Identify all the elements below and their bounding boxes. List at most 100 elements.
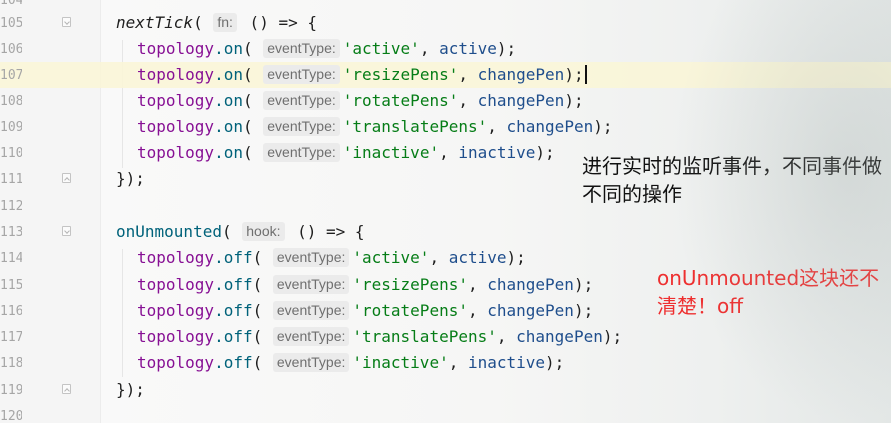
parameter-hint: eventType:: [263, 91, 340, 110]
line-number: 111: [0, 172, 22, 187]
method-name: .off: [214, 301, 253, 320]
parameter-hint: eventType:: [272, 248, 350, 267]
parameter-hint: eventType:: [263, 39, 340, 58]
comma: ,: [419, 39, 440, 58]
handler-name: active: [439, 39, 497, 58]
open-paren: (: [252, 353, 263, 372]
handler-name: changePen: [487, 301, 574, 320]
text-cursor: [584, 65, 587, 84]
method-name: .on: [214, 91, 243, 110]
line-number: 108: [0, 94, 22, 109]
open-paren: (: [242, 91, 253, 110]
event-string: 'inactive': [352, 353, 449, 372]
code-text: topology.off( eventType:'resizePens', ch…: [137, 272, 593, 298]
method-name: .off: [214, 248, 253, 267]
parameter-hint: fn:: [213, 13, 237, 32]
code-text: nextTick( fn: () => {: [116, 10, 317, 36]
code-text: topology.off( eventType:'rotatePens', ch…: [137, 298, 593, 324]
code-line[interactable]: 109 topology.on( eventType:'translatePen…: [0, 114, 891, 140]
object-name: topology: [137, 301, 215, 320]
method-name: .on: [214, 39, 243, 58]
handler-name: inactive: [458, 143, 536, 162]
code-text: });: [116, 166, 145, 192]
unmount-annotation: onUnmounted这块还不清楚！off: [657, 266, 880, 318]
function-name: nextTick: [116, 13, 194, 32]
method-name: .on: [214, 117, 243, 136]
open-paren: (: [242, 65, 253, 84]
open-paren: (: [252, 327, 263, 346]
code-line[interactable]: 106 topology.on( eventType:'active', act…: [0, 36, 891, 62]
object-name: topology: [137, 353, 215, 372]
open-paren: (: [252, 248, 263, 267]
comma: ,: [458, 65, 478, 84]
code-text: topology.on( eventType:'rotatePens', cha…: [137, 88, 584, 114]
line-number: 117: [0, 330, 22, 345]
handler-name: active: [448, 248, 507, 267]
fold-end-icon[interactable]: [62, 173, 71, 183]
line-number: 116: [0, 304, 22, 319]
event-string: 'active': [342, 39, 420, 58]
code-line[interactable]: 105 nextTick( fn: () => {: [0, 10, 891, 36]
open-paren: (: [221, 222, 232, 241]
code-text: topology.on( eventType:'translatePens', …: [137, 114, 612, 140]
fold-collapse-icon[interactable]: [62, 226, 71, 236]
close-paren: );: [545, 353, 565, 372]
close-paren: );: [564, 91, 584, 110]
comma: ,: [448, 353, 468, 372]
code-line[interactable]: 108 topology.on( eventType:'rotatePens',…: [0, 88, 891, 114]
fold-collapse-icon[interactable]: [62, 17, 71, 27]
method-name: .off: [214, 275, 253, 294]
code-text: topology.off( eventType:'active', active…: [137, 245, 526, 271]
code-text: topology.off( eventType:'translatePens',…: [137, 324, 622, 350]
code-line[interactable]: 119 });: [0, 377, 891, 403]
line-number: 120: [0, 409, 22, 423]
open-paren: (: [242, 143, 253, 162]
code-line[interactable]: 120: [0, 403, 891, 423]
code-text: topology.on( eventType:'inactive', inact…: [137, 140, 555, 166]
code-line[interactable]: 113 onUnmounted( hook: () => {: [0, 219, 891, 245]
current-code-line[interactable]: 107 topology.on( eventType:'resizePens',…: [0, 62, 891, 88]
close-paren: );: [573, 301, 594, 320]
object-name: topology: [137, 65, 215, 84]
object-name: topology: [137, 91, 215, 110]
line-number: 113: [0, 225, 22, 240]
arrow-function: () => {: [287, 222, 365, 241]
parameter-hint: eventType:: [272, 353, 350, 372]
handler-name: inactive: [467, 353, 546, 372]
parameter-hint: hook:: [242, 222, 285, 241]
line-number: 105: [0, 16, 22, 31]
code-line[interactable]: 118 topology.off( eventType:'inactive', …: [0, 350, 891, 376]
comma: ,: [467, 275, 488, 294]
method-name: .off: [214, 327, 253, 346]
line-number: 106: [0, 42, 22, 57]
event-string: 'active': [352, 248, 430, 267]
handler-name: changePen: [477, 65, 565, 84]
event-string: 'resizePens': [352, 275, 468, 294]
method-name: .off: [214, 353, 253, 372]
code-line[interactable]: 117 topology.off( eventType:'translatePe…: [0, 324, 891, 350]
event-string: 'rotatePens': [342, 91, 459, 110]
close-paren: );: [506, 248, 526, 267]
parameter-hint: eventType:: [272, 327, 350, 346]
handler-name: changePen: [516, 327, 603, 346]
code-text: });: [116, 377, 145, 403]
comma: ,: [458, 91, 478, 110]
line-number: 107: [0, 68, 22, 83]
event-string: 'resizePens': [342, 65, 459, 84]
code-text: topology.off( eventType:'inactive', inac…: [137, 350, 564, 376]
fold-end-icon[interactable]: [62, 384, 71, 394]
close-block: });: [116, 380, 145, 399]
parameter-hint: eventType:: [272, 275, 350, 294]
parameter-hint: eventType:: [272, 301, 350, 320]
comma: ,: [439, 143, 459, 162]
handler-name: changePen: [506, 117, 594, 136]
open-paren: (: [252, 275, 263, 294]
line-number: 110: [0, 146, 22, 161]
listener-annotation: 进行实时的监听事件，不同事件做不同的操作: [582, 154, 882, 206]
code-editor[interactable]: 104 105 nextTick( fn: () => { 106 topolo…: [0, 0, 891, 423]
line-number: 112: [0, 199, 22, 214]
object-name: topology: [137, 143, 215, 162]
handler-name: changePen: [487, 275, 574, 294]
comma: ,: [467, 301, 488, 320]
close-paren: );: [535, 143, 555, 162]
